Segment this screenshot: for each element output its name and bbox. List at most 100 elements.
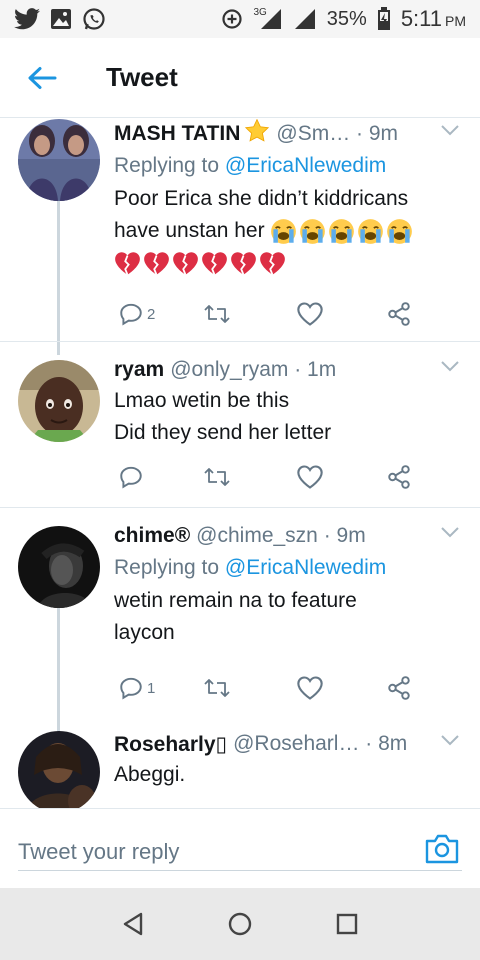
share-button[interactable]	[386, 299, 412, 329]
like-button[interactable]	[296, 299, 324, 329]
nav-back-button[interactable]	[108, 899, 158, 949]
gallery-icon	[50, 8, 72, 30]
reply-icon	[120, 677, 142, 700]
tweet-text: Lmao wetin be this Did they send her let…	[114, 385, 460, 449]
user-name[interactable]: MASH TATIN	[114, 122, 240, 146]
crying-emoji	[329, 219, 355, 244]
retweet-button[interactable]	[202, 299, 232, 329]
tweet-body: ryam @only_ryam · 1m Lmao wetin be this …	[114, 355, 460, 449]
tweet-text: Abeggi.	[114, 759, 460, 791]
replying-to-label: Replying to	[114, 154, 225, 177]
crying-emoji	[300, 219, 326, 244]
tweet-text: Poor Erica she didn’t kiddricans have un…	[114, 183, 460, 279]
user-handle: @chime_szn · 9m	[196, 524, 366, 547]
thread-line	[57, 195, 60, 355]
android-nav-bar	[0, 888, 480, 960]
nav-recents-button[interactable]	[322, 899, 372, 949]
tweet-text-line: Did they send her letter	[114, 421, 332, 444]
camera-button[interactable]	[424, 833, 460, 867]
reply-button[interactable]	[118, 462, 147, 492]
crying-emoji	[358, 219, 384, 244]
replying-to: Replying to @EricaNlewedim	[114, 149, 460, 183]
avatar[interactable]	[18, 526, 100, 608]
clock: 5:11 PM	[401, 6, 466, 32]
tweet-text-line: have unstan her	[114, 219, 265, 242]
tweet-actions: 1	[114, 673, 414, 703]
back-button[interactable]	[12, 48, 72, 108]
square-recents-icon	[336, 913, 357, 935]
tweet-header: Roseharly▯ @Roseharl… · 8m	[114, 729, 460, 759]
broken-heart-emoji	[260, 252, 285, 276]
retweet-button[interactable]	[202, 462, 232, 492]
tweet-text-line: wetin remain na to feature	[114, 589, 357, 612]
reply-count: 1	[147, 679, 156, 697]
chevron-down-icon[interactable]	[440, 525, 460, 539]
status-bar-right: 3G 35% 5:11 PM	[221, 6, 466, 32]
replying-to: Replying to @EricaNlewedim	[114, 551, 460, 585]
status-bar: 3G 35% 5:11 PM	[0, 0, 480, 38]
chevron-down-icon[interactable]	[440, 359, 460, 373]
user-handle: @Roseharl… · 8m	[233, 732, 408, 755]
user-name[interactable]: Roseharly▯	[114, 732, 227, 757]
tweet-actions: 2	[114, 299, 414, 329]
avatar[interactable]	[18, 731, 100, 808]
share-button[interactable]	[386, 673, 412, 703]
broken-heart-emoji	[173, 252, 198, 276]
timeline[interactable]: MASH TATIN @Sm… · 9m Replying to @EricaN…	[0, 119, 480, 808]
chevron-down-icon[interactable]	[440, 123, 460, 137]
avatar[interactable]	[18, 119, 100, 201]
tweet-body: Roseharly▯ @Roseharl… · 8m Abeggi.	[114, 729, 460, 791]
heart-icon	[297, 676, 323, 700]
share-icon	[388, 676, 410, 700]
tweet-item[interactable]: ryam @only_ryam · 1m Lmao wetin be this …	[0, 355, 480, 505]
network-type: 3G	[253, 6, 267, 18]
user-name[interactable]: chime®	[114, 524, 190, 548]
divider	[0, 507, 480, 508]
tweet-text-line: Poor Erica she didn’t kiddricans	[114, 187, 409, 210]
reply-button[interactable]: 2	[118, 299, 155, 329]
like-button[interactable]	[296, 462, 324, 492]
broken-heart-emoji	[144, 252, 169, 276]
triangle-back-icon	[124, 912, 143, 936]
reply-icon	[120, 466, 142, 489]
clock-time: 5:11	[400, 6, 442, 31]
broken-heart-emoji-row	[114, 251, 286, 276]
tweet-body: chime® @chime_szn · 9m Replying to @Eric…	[114, 521, 460, 649]
chevron-down-icon[interactable]	[440, 733, 460, 747]
mention-link[interactable]: @EricaNlewedim	[225, 556, 386, 579]
reply-count: 2	[147, 305, 156, 323]
signal-3g-icon: 3G	[253, 6, 282, 30]
retweet-icon	[204, 679, 230, 697]
tweet-item[interactable]: chime® @chime_szn · 9m Replying to @Eric…	[0, 521, 480, 733]
like-button[interactable]	[296, 673, 324, 703]
heart-icon	[297, 302, 323, 326]
share-button[interactable]	[386, 462, 412, 492]
user-handle: @only_ryam · 1m	[170, 358, 337, 381]
signal-icon	[293, 8, 317, 30]
mention-link[interactable]: @EricaNlewedim	[225, 154, 386, 177]
page-title: Tweet	[106, 62, 178, 92]
reply-icon	[120, 303, 142, 326]
data-saver-icon	[221, 8, 243, 30]
camera-icon	[425, 834, 459, 864]
tweet-text: wetin remain na to feature laycon	[114, 585, 460, 649]
broken-heart-emoji	[202, 252, 227, 276]
share-icon	[388, 302, 410, 326]
nav-home-button[interactable]	[215, 899, 265, 949]
tweet-header: MASH TATIN @Sm… · 9m	[114, 119, 460, 149]
tweet-item[interactable]: Roseharly▯ @Roseharl… · 8m Abeggi.	[0, 729, 480, 808]
avatar[interactable]	[18, 360, 100, 442]
tweet-header: ryam @only_ryam · 1m	[114, 355, 460, 385]
battery-charging-icon	[377, 7, 391, 31]
crying-emoji-row	[270, 218, 413, 245]
replying-to-label: Replying to	[114, 556, 225, 579]
retweet-button[interactable]	[202, 673, 232, 703]
reply-input[interactable]	[18, 833, 462, 871]
user-name[interactable]: ryam	[114, 358, 164, 382]
tweet-body: MASH TATIN @Sm… · 9m Replying to @EricaN…	[114, 119, 460, 279]
tweet-text-line: Lmao wetin be this	[114, 389, 290, 412]
reply-button[interactable]: 1	[118, 673, 155, 703]
tweet-item[interactable]: MASH TATIN @Sm… · 9m Replying to @EricaN…	[0, 119, 480, 355]
broken-heart-emoji	[231, 252, 256, 276]
back-arrow-icon	[28, 66, 57, 89]
